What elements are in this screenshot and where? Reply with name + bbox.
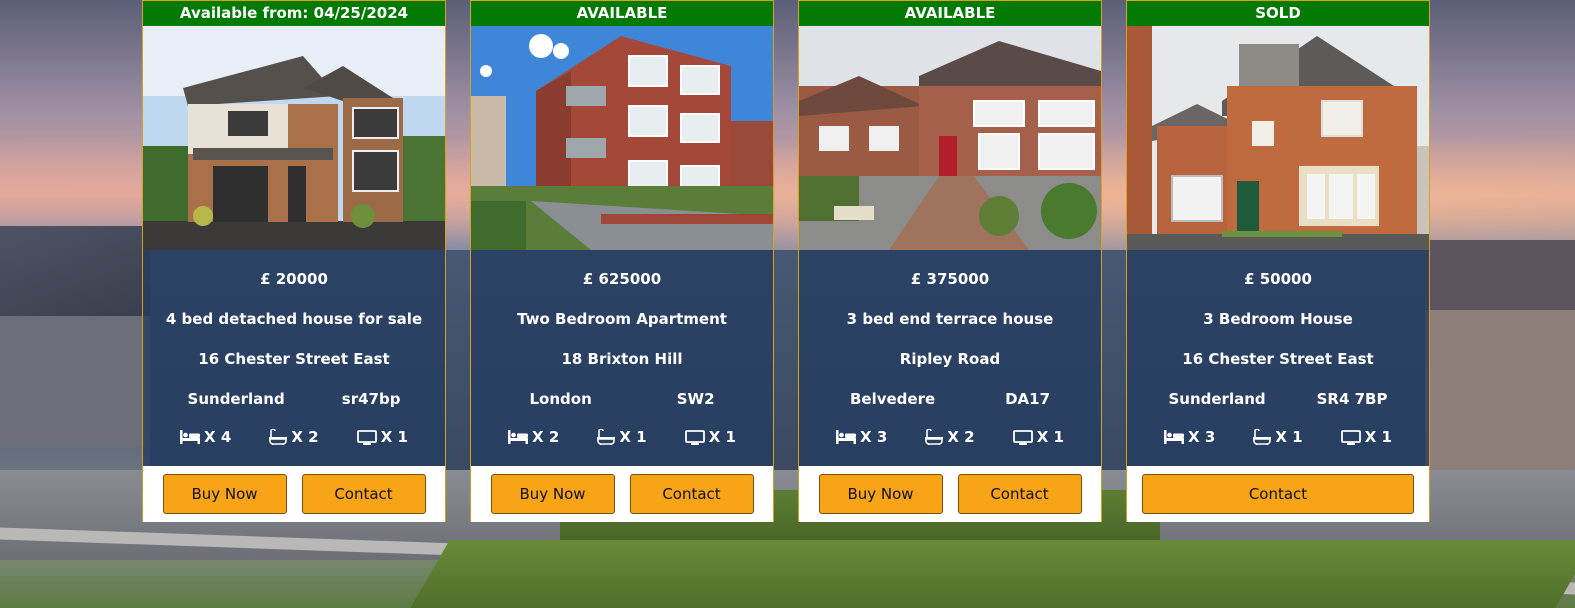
listing-card[interactable]: AVAILABLE [470, 0, 774, 522]
property-photo[interactable] [471, 26, 773, 250]
listing-grid: Available from: 04/25/2024 £ 20000 4 bed… [142, 0, 1432, 522]
listing-street: 18 Brixton Hill [561, 350, 683, 368]
bedrooms-feature: X 4 [180, 428, 231, 446]
receptions-count: X 1 [1364, 428, 1392, 446]
bed-icon [1164, 430, 1185, 444]
status-banner: AVAILABLE [799, 1, 1101, 26]
receptions-feature: X 1 [356, 428, 408, 446]
listing-title: 3 bed end terrace house [846, 310, 1054, 328]
listing-city: London [529, 390, 592, 408]
bedrooms-feature: X 2 [508, 428, 559, 446]
tv-icon [1340, 429, 1361, 445]
listing-price: £ 625000 [582, 270, 662, 288]
property-photo[interactable] [143, 26, 445, 250]
listing-price: £ 375000 [910, 270, 990, 288]
listing-street: 16 Chester Street East [1182, 350, 1374, 368]
listing-location: Sunderland sr47bp [143, 390, 445, 408]
listing-postcode: sr47bp [341, 390, 401, 408]
bathrooms-feature: X 2 [269, 428, 319, 446]
bedrooms-feature: X 3 [836, 428, 887, 446]
bath-icon [269, 429, 288, 445]
listing-card[interactable]: Available from: 04/25/2024 £ 20000 4 bed… [142, 0, 446, 522]
bedrooms-count: X 3 [860, 428, 888, 446]
status-banner: Available from: 04/25/2024 [143, 1, 445, 26]
bath-icon [925, 429, 944, 445]
property-photo[interactable] [799, 26, 1101, 250]
listing-info-panel: £ 625000 Two Bedroom Apartment 18 Brixto… [471, 250, 773, 466]
listing-city: Belvedere [849, 390, 936, 408]
bedrooms-feature: X 3 [1164, 428, 1215, 446]
listing-city: Sunderland [1168, 390, 1266, 408]
receptions-feature: X 1 [1012, 428, 1064, 446]
listing-location: London SW2 [471, 390, 773, 408]
listing-info-panel: £ 50000 3 Bedroom House 16 Chester Stree… [1127, 250, 1429, 466]
bathrooms-count: X 1 [619, 428, 647, 446]
bedrooms-count: X 4 [204, 428, 232, 446]
buy-now-button[interactable]: Buy Now [818, 474, 943, 514]
bathrooms-count: X 2 [291, 428, 319, 446]
listing-actions: Buy Now Contact [471, 466, 773, 522]
listing-actions: Contact [1127, 466, 1429, 522]
listing-street: Ripley Road [899, 350, 1001, 368]
receptions-count: X 1 [380, 428, 408, 446]
listing-title: 4 bed detached house for sale [165, 310, 423, 328]
status-banner: AVAILABLE [471, 1, 773, 26]
buy-now-button[interactable]: Buy Now [490, 474, 615, 514]
apartment-building-image [471, 26, 773, 250]
listing-features: X 3 X 2 X 1 [799, 428, 1101, 446]
listing-location: Sunderland SR4 7BP [1127, 390, 1429, 408]
listing-features: X 4 X 2 X 1 [143, 428, 445, 446]
bathrooms-feature: X 1 [1253, 428, 1303, 446]
terrace-house-image [799, 26, 1101, 250]
listing-features: X 2 X 1 X 1 [471, 428, 773, 446]
listing-card[interactable]: SOLD £ 50000 3 Bedroom House 16 Chester … [1126, 0, 1430, 522]
receptions-count: X 1 [708, 428, 736, 446]
bath-icon [597, 429, 616, 445]
contact-button[interactable]: Contact [957, 474, 1082, 514]
listing-info-panel: £ 20000 4 bed detached house for sale 16… [143, 250, 445, 466]
bathrooms-count: X 1 [1275, 428, 1303, 446]
tv-icon [684, 429, 705, 445]
receptions-feature: X 1 [1340, 428, 1392, 446]
receptions-count: X 1 [1036, 428, 1064, 446]
listing-location: Belvedere DA17 [799, 390, 1101, 408]
listing-postcode: SW2 [676, 390, 715, 408]
buy-now-button[interactable]: Buy Now [162, 474, 287, 514]
listing-card[interactable]: AVAILABLE [798, 0, 1102, 522]
listing-postcode: SR4 7BP [1316, 390, 1388, 408]
listing-title: Two Bedroom Apartment [517, 310, 727, 328]
bath-icon [1253, 429, 1272, 445]
bedrooms-count: X 3 [1188, 428, 1216, 446]
listing-actions: Buy Now Contact [143, 466, 445, 522]
brick-house-image [1127, 26, 1429, 250]
contact-button[interactable]: Contact [1142, 474, 1414, 514]
listing-postcode: DA17 [1005, 390, 1051, 408]
tv-icon [356, 429, 377, 445]
background-house-left [0, 226, 150, 446]
listing-city: Sunderland [187, 390, 285, 408]
listing-price: £ 20000 [260, 270, 328, 288]
listing-features: X 3 X 1 X 1 [1127, 428, 1429, 446]
bathrooms-count: X 2 [947, 428, 975, 446]
bed-icon [836, 430, 857, 444]
background-lawn-front [410, 540, 1575, 608]
background-house-right [1425, 240, 1575, 480]
detached-house-image [143, 26, 445, 250]
bed-icon [180, 430, 201, 444]
tv-icon [1012, 429, 1033, 445]
bathrooms-feature: X 2 [925, 428, 975, 446]
status-banner: SOLD [1127, 1, 1429, 26]
contact-button[interactable]: Contact [301, 474, 426, 514]
listing-title: 3 Bedroom House [1203, 310, 1353, 328]
property-photo[interactable] [1127, 26, 1429, 250]
listing-info-panel: £ 375000 3 bed end terrace house Ripley … [799, 250, 1101, 466]
bathrooms-feature: X 1 [597, 428, 647, 446]
bedrooms-count: X 2 [532, 428, 560, 446]
bed-icon [508, 430, 529, 444]
receptions-feature: X 1 [684, 428, 736, 446]
contact-button[interactable]: Contact [629, 474, 754, 514]
listing-price: £ 50000 [1244, 270, 1312, 288]
listing-street: 16 Chester Street East [198, 350, 390, 368]
listing-actions: Buy Now Contact [799, 466, 1101, 522]
